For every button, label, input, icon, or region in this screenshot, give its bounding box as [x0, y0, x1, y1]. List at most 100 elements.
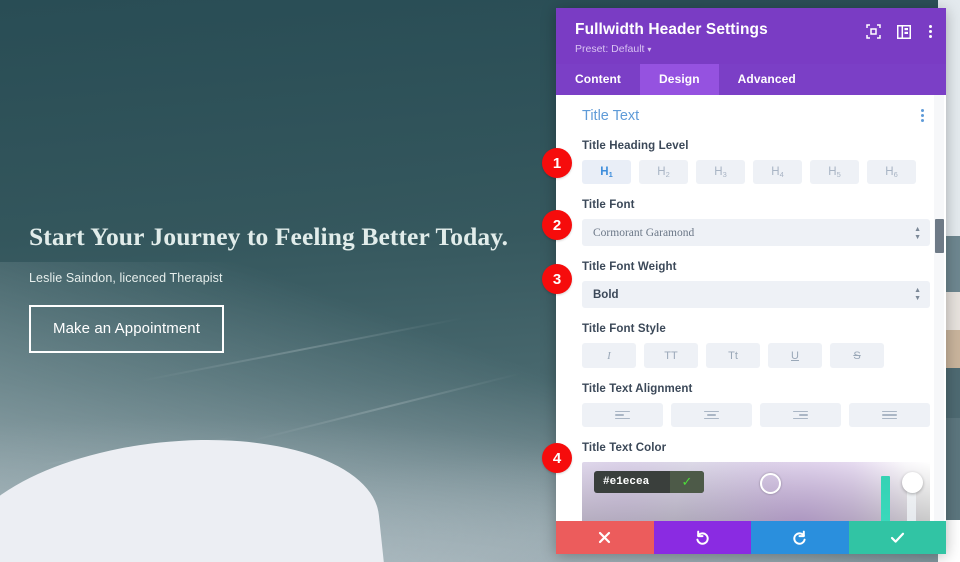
- redo-icon: [793, 530, 806, 545]
- preset-selector[interactable]: Preset: Default ▾: [575, 43, 929, 55]
- modal-menu-icon[interactable]: [927, 23, 934, 40]
- italic-icon: I: [607, 349, 611, 362]
- modal-scrollbar[interactable]: [934, 95, 944, 521]
- heading-letter: H: [771, 166, 780, 178]
- modal-header-icons: [866, 23, 934, 40]
- callout-badge-3: 3: [542, 264, 572, 294]
- heading-level-h2[interactable]: H2: [639, 160, 688, 184]
- heading-level-h6[interactable]: H6: [867, 160, 916, 184]
- heading-level-options: H1 H2 H3 H4 H5 H 6: [582, 160, 930, 184]
- title-font-weight-select[interactable]: Bold ▲ ▼: [582, 281, 930, 308]
- heading-number: 6: [893, 169, 898, 179]
- tab-content[interactable]: Content: [556, 64, 640, 95]
- field-title-heading-level: Title Heading Level H1 H2 H3 H4 H 5 H 6: [582, 140, 930, 184]
- field-label: Title Font Weight: [582, 261, 677, 273]
- callout-badge-1: 1: [542, 148, 572, 178]
- align-center-icon: [704, 410, 719, 420]
- callout-badge-2: 2: [542, 210, 572, 240]
- heading-number: 1: [608, 169, 613, 179]
- tab-advanced[interactable]: Advanced: [719, 64, 815, 95]
- select-arrows-icon: ▲ ▼: [914, 286, 921, 302]
- cancel-button[interactable]: [556, 521, 654, 554]
- color-picker[interactable]: #e1ecea ✓: [582, 462, 930, 521]
- confirm-color-check-icon[interactable]: ✓: [670, 471, 704, 493]
- selected-value: Cormorant Garamond: [593, 226, 695, 239]
- heading-level-h3[interactable]: H3: [696, 160, 745, 184]
- field-title-text-alignment: Title Text Alignment: [582, 383, 930, 427]
- save-button[interactable]: [848, 521, 946, 554]
- callout-badge-4: 4: [542, 443, 572, 473]
- heading-number: 3: [722, 169, 727, 179]
- modal-tabs: Content Design Advanced: [556, 64, 946, 95]
- hero-subtitle: Leslie Saindon, licenced Therapist: [29, 270, 223, 285]
- modal-header: Fullwidth Header Settings Preset: Defaul…: [556, 8, 946, 64]
- align-right-button[interactable]: [760, 403, 841, 427]
- alpha-slider-knob[interactable]: [902, 472, 923, 493]
- preset-label: Preset: Default: [575, 43, 645, 55]
- strikethrough-icon: S: [853, 349, 861, 362]
- heading-number: 5: [836, 169, 841, 179]
- heading-level-h5[interactable]: H5: [810, 160, 859, 184]
- redo-button[interactable]: [751, 521, 849, 554]
- hero-title: Start Your Journey to Feeling Better Tod…: [29, 222, 509, 251]
- heading-number: 4: [779, 169, 784, 179]
- heading-level-h4[interactable]: H4: [753, 160, 802, 184]
- check-icon: [890, 532, 904, 543]
- selected-value: Bold: [593, 288, 619, 301]
- hex-color-input[interactable]: #e1ecea: [594, 476, 670, 488]
- smallcaps-icon: Tt: [728, 349, 738, 362]
- font-style-uppercase[interactable]: TT: [644, 343, 698, 368]
- align-center-button[interactable]: [671, 403, 752, 427]
- font-style-italic[interactable]: I: [582, 343, 636, 368]
- select-arrows-icon: ▲ ▼: [914, 224, 921, 241]
- screenshot-root: Start Your Journey to Feeling Better Tod…: [0, 0, 960, 562]
- heading-letter: H: [714, 166, 723, 178]
- hue-slider[interactable]: [881, 476, 890, 521]
- heading-level-h1[interactable]: H1: [582, 160, 631, 184]
- font-style-smallcaps[interactable]: Tt: [706, 343, 760, 368]
- scrollbar-thumb[interactable]: [935, 219, 944, 253]
- align-left-icon: [615, 410, 630, 420]
- field-title-font-weight: Title Font Weight Bold ▲ ▼: [582, 261, 930, 308]
- align-right-icon: [793, 410, 808, 420]
- tab-design[interactable]: Design: [640, 64, 719, 95]
- field-label: Title Font Style: [582, 323, 666, 335]
- modal-body: Title Text Title Heading Level H1 H2 H 3…: [556, 95, 946, 521]
- chevron-down-icon: ▾: [647, 45, 652, 54]
- heading-letter: H: [600, 166, 609, 178]
- hex-input-group: #e1ecea ✓: [594, 471, 704, 493]
- fullwidth-header-settings-modal: Fullwidth Header Settings Preset: Defaul…: [556, 8, 946, 554]
- heading-number: 2: [665, 169, 670, 179]
- section-title: Title Text: [582, 107, 640, 124]
- field-label: Title Text Color: [582, 442, 667, 454]
- field-title-font: Title Font Cormorant Garamond ▲ ▼: [582, 199, 930, 246]
- heading-letter: H: [657, 166, 666, 178]
- font-style-strikethrough[interactable]: S: [830, 343, 884, 368]
- make-appointment-button[interactable]: Make an Appointment: [29, 304, 224, 353]
- color-picker-cursor[interactable]: [760, 473, 781, 494]
- heading-letter: H: [885, 166, 894, 178]
- focus-target-icon[interactable]: [866, 24, 881, 39]
- title-text-section-header: Title Text: [582, 107, 930, 124]
- hero-content: Start Your Journey to Feeling Better Tod…: [29, 222, 549, 353]
- align-justify-icon: [882, 410, 897, 420]
- title-font-select[interactable]: Cormorant Garamond ▲ ▼: [582, 219, 930, 246]
- x-icon: [599, 531, 611, 544]
- undo-icon: [696, 530, 709, 545]
- modal-footer-actions: [556, 521, 946, 554]
- align-justify-button[interactable]: [849, 403, 930, 427]
- undo-button[interactable]: [653, 521, 751, 554]
- field-label: Title Text Alignment: [582, 383, 693, 395]
- underline-icon: U: [791, 349, 799, 362]
- uppercase-icon: TT: [664, 349, 678, 362]
- align-left-button[interactable]: [582, 403, 663, 427]
- font-style-underline[interactable]: U: [768, 343, 822, 368]
- section-menu-icon[interactable]: [919, 107, 926, 124]
- layout-split-icon[interactable]: [897, 24, 911, 39]
- field-label: Title Heading Level: [582, 140, 689, 152]
- field-title-font-style: Title Font Style I TT Tt U S: [582, 323, 930, 368]
- font-style-options: I TT Tt U S: [582, 343, 930, 368]
- text-alignment-options: [582, 403, 930, 427]
- heading-letter: H: [828, 166, 837, 178]
- field-label: Title Font: [582, 199, 635, 211]
